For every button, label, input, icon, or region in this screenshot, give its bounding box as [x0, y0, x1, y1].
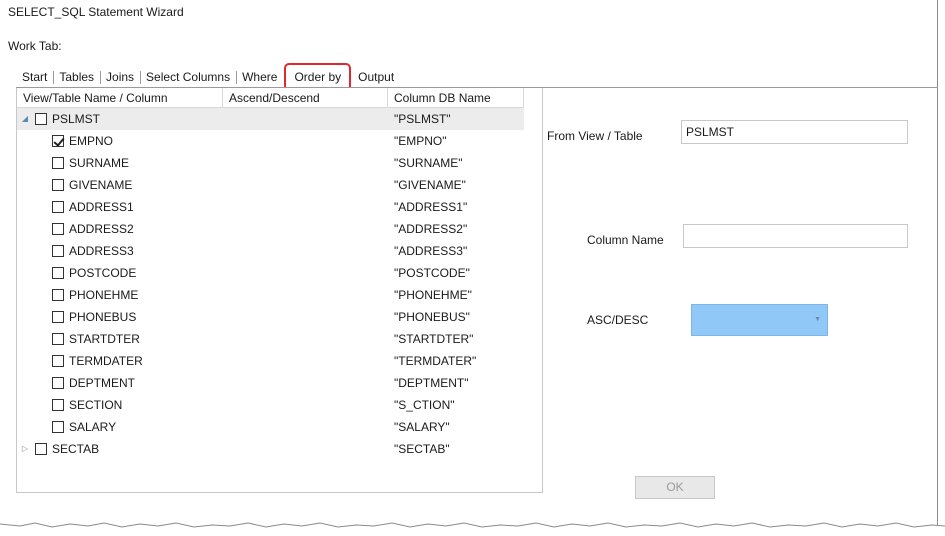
row-db-name: "PHONEBUS": [394, 310, 470, 324]
tree-rows: ◢ PSLMST "PSLMST" EMPNO "EMPNO" SURNAME "SURNA…: [17, 108, 524, 460]
row-db-name: "TERMDATER": [394, 354, 477, 368]
row-db-name: "GIVENAME": [394, 178, 466, 192]
row-db-name: "POSTCODE": [394, 266, 470, 280]
tab-output[interactable]: Output: [352, 67, 400, 87]
tree-table-row[interactable]: ▷ SECTAB "SECTAB": [17, 438, 524, 460]
row-name: SECTION: [69, 398, 123, 412]
row-db-name: "DEPTMENT": [394, 376, 469, 390]
checkbox[interactable]: [52, 421, 64, 433]
tab-bar: Start Tables Joins Select Columns Where Order…: [16, 63, 400, 91]
tree-column-row[interactable]: SECTION "S_CTION": [17, 394, 524, 416]
row-name: SURNAME: [69, 156, 130, 170]
tree-column-row[interactable]: TERMDATER "TERMDATER": [17, 350, 524, 372]
row-name: ADDRESS3: [69, 244, 134, 258]
tree-column-row[interactable]: EMPNO "EMPNO": [17, 130, 524, 152]
checkbox[interactable]: [52, 399, 64, 411]
row-name: EMPNO: [69, 134, 114, 148]
row-db-name: "SALARY": [394, 420, 450, 434]
tab-start[interactable]: Start: [16, 67, 53, 87]
checkbox[interactable]: [52, 289, 64, 301]
asc-desc-dropdown[interactable]: ▼: [691, 304, 828, 336]
checkbox[interactable]: [52, 333, 64, 345]
row-name: ADDRESS1: [69, 200, 134, 214]
tree-column-row[interactable]: DEPTMENT "DEPTMENT": [17, 372, 524, 394]
checkbox[interactable]: [35, 113, 47, 125]
row-name: POSTCODE: [69, 266, 137, 280]
row-db-name: "PSLMST": [394, 112, 451, 126]
tree-column-row[interactable]: ADDRESS2 "ADDRESS2": [17, 218, 524, 240]
row-db-name: "ADDRESS2": [394, 222, 468, 236]
row-name: PHONEHME: [69, 288, 139, 302]
tree-column-row[interactable]: STARTDTER "STARTDTER": [17, 328, 524, 350]
row-name: GIVENAME: [69, 178, 133, 192]
wizard-window: SELECT_SQL Statement Wizard Work Tab: St…: [0, 0, 938, 528]
tab-where[interactable]: Where: [236, 67, 283, 87]
chevron-down-icon: ▼: [814, 316, 821, 323]
expanded-arrow-icon[interactable]: ◢: [20, 108, 30, 130]
tab-tables[interactable]: Tables: [53, 67, 100, 87]
row-db-name: "STARTDTER": [394, 332, 474, 346]
asc-desc-label: ASC/DESC: [587, 313, 649, 327]
row-name: SALARY: [69, 420, 117, 434]
checkbox[interactable]: [52, 201, 64, 213]
checkbox[interactable]: [52, 179, 64, 191]
checkbox[interactable]: [35, 443, 47, 455]
row-db-name: "PHONEHME": [394, 288, 472, 302]
column-name-label: Column Name: [587, 233, 664, 247]
header-db-name[interactable]: Column DB Name: [388, 88, 524, 108]
tree-header: View/Table Name / Column Ascend/Descend …: [17, 88, 524, 108]
checkbox[interactable]: [52, 135, 64, 147]
header-name[interactable]: View/Table Name / Column: [17, 88, 223, 108]
from-view-table-field[interactable]: PSLMST: [681, 120, 908, 144]
row-name: STARTDTER: [69, 332, 140, 346]
tree-column-row[interactable]: SALARY "SALARY": [17, 416, 524, 438]
row-name: DEPTMENT: [69, 376, 135, 390]
header-order[interactable]: Ascend/Descend: [223, 88, 388, 108]
tree-column-row[interactable]: GIVENAME "GIVENAME": [17, 174, 524, 196]
tab-select-columns[interactable]: Select Columns: [140, 67, 236, 87]
torn-edge: [0, 522, 945, 536]
row-db-name: "EMPNO": [394, 134, 447, 148]
checkbox[interactable]: [52, 311, 64, 323]
checkbox[interactable]: [52, 223, 64, 235]
row-db-name: "S_CTION": [394, 398, 455, 412]
window-title: SELECT_SQL Statement Wizard: [8, 5, 184, 19]
row-db-name: "SECTAB": [394, 442, 450, 456]
tree-column-row[interactable]: PHONEBUS "PHONEBUS": [17, 306, 524, 328]
tree-column-row[interactable]: SURNAME "SURNAME": [17, 152, 524, 174]
row-db-name: "ADDRESS3": [394, 244, 468, 258]
tree-column-row[interactable]: PHONEHME "PHONEHME": [17, 284, 524, 306]
row-name: PSLMST: [52, 112, 101, 126]
checkbox[interactable]: [52, 157, 64, 169]
ok-button[interactable]: OK: [635, 476, 715, 499]
tree-column-row[interactable]: ADDRESS1 "ADDRESS1": [17, 196, 524, 218]
collapsed-arrow-icon[interactable]: ▷: [20, 438, 30, 460]
tree-column-row[interactable]: POSTCODE "POSTCODE": [17, 262, 524, 284]
checkbox[interactable]: [52, 377, 64, 389]
column-name-field[interactable]: [683, 224, 908, 248]
tree-table-row[interactable]: ◢ PSLMST "PSLMST": [17, 108, 524, 130]
tree-column-row[interactable]: ADDRESS3 "ADDRESS3": [17, 240, 524, 262]
row-name: TERMDATER: [69, 354, 143, 368]
row-name: PHONEBUS: [69, 310, 137, 324]
row-name: ADDRESS2: [69, 222, 134, 236]
row-db-name: "SURNAME": [394, 156, 463, 170]
from-view-table-label: From View / Table: [547, 129, 643, 143]
row-name: SECTAB: [52, 442, 100, 456]
column-tree-panel: View/Table Name / Column Ascend/Descend …: [16, 88, 543, 493]
row-db-name: "ADDRESS1": [394, 200, 468, 214]
work-tab-label: Work Tab:: [8, 39, 62, 53]
tab-order-by[interactable]: Order by: [284, 63, 352, 91]
checkbox[interactable]: [52, 267, 64, 279]
checkbox[interactable]: [52, 355, 64, 367]
tab-joins[interactable]: Joins: [100, 67, 140, 87]
checkbox[interactable]: [52, 245, 64, 257]
